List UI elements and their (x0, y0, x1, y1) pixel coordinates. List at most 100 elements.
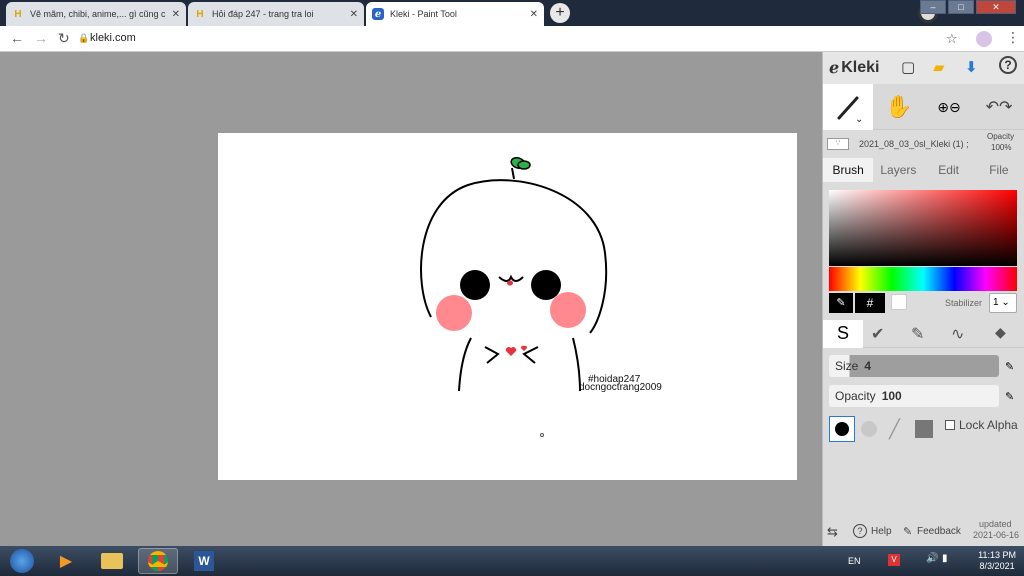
stabilizer-value: 1 (993, 297, 999, 308)
tab-brush[interactable]: Brush (823, 158, 874, 182)
hand-tool-button[interactable]: ✋ (879, 84, 919, 130)
lock-alpha-label: Lock Alpha (959, 418, 1018, 432)
browser-tab-3[interactable]: ℯ Kleki - Paint Tool ✕ (366, 2, 544, 26)
hand-icon: ✋ (885, 94, 913, 119)
help-circle-icon: ? (853, 524, 867, 538)
eraser-icon[interactable]: ◆ (995, 324, 1006, 341)
soft-tip-icon[interactable] (861, 421, 877, 437)
folder-icon (101, 553, 123, 569)
opacity-edit-icon[interactable]: ✎ (1005, 390, 1014, 403)
back-icon[interactable]: ← (10, 30, 24, 46)
blend-brush-icon[interactable]: ✔ (871, 324, 884, 344)
close-tab-icon[interactable]: ✕ (350, 9, 358, 20)
eyedropper-icon[interactable]: ✎ (829, 293, 853, 313)
taskbar-explorer[interactable] (92, 548, 132, 574)
size-slider[interactable]: Size 4 (829, 355, 999, 377)
undo-redo-button[interactable]: ↶↷ (977, 84, 1021, 130)
stabilizer-select[interactable]: 1 ⌄ (989, 293, 1017, 313)
taskbar-media-player[interactable]: ▶ (46, 548, 86, 574)
pencil-tip-icon[interactable]: ╱ (889, 419, 900, 440)
taskbar-word[interactable]: W (184, 548, 224, 574)
browser-tab-1[interactable]: H Vẽ mãm, chibi, anime,... gì cũng c ✕ (6, 2, 186, 26)
opacity-label: Opacity (835, 389, 876, 403)
pen-brush-icon[interactable]: S (823, 320, 863, 348)
size-value: 4 (864, 359, 872, 373)
close-window-button[interactable]: ✕ (976, 0, 1016, 14)
file-info: ∵ 2021_08_03_0sl_Kleki (1) ; Opacity 100… (823, 130, 1024, 158)
browser-toolbar: ← → ↻ 🔒 kleki.com ☆ ⋮ (0, 26, 1024, 52)
kleki-logo: Kleki (841, 59, 880, 76)
opacity-value: 100 (881, 389, 902, 403)
maximize-button[interactable]: □ (948, 0, 974, 14)
secondary-color-swatch[interactable] (891, 294, 907, 310)
kleki-side-panel: ℯ Kleki ▢ ▰ ⬇ ? ⌄ ✋ ⊕⊖ ↶↷ ∵ 2021_08_03_0… (822, 52, 1024, 546)
tray-app-icon[interactable]: V (888, 554, 900, 566)
smoothed-brush-icon[interactable]: ∿ (951, 324, 964, 344)
hex-button[interactable]: # (855, 293, 885, 313)
taskbar-chrome[interactable] (138, 548, 178, 574)
brush-tool-button[interactable]: ⌄ (823, 84, 873, 130)
brush-icon: ⌄ (837, 96, 863, 122)
swap-side-icon[interactable]: ⇆ (827, 524, 838, 540)
menu-dots-icon[interactable]: ⋮ (1006, 29, 1020, 46)
help-link[interactable]: Help (871, 526, 892, 537)
download-icon[interactable]: ⬇ (965, 58, 978, 76)
layer-opacity-label: Opacity (987, 132, 1015, 141)
size-label: Size (835, 359, 859, 373)
start-button[interactable] (2, 548, 42, 574)
square-tip-icon[interactable] (915, 420, 933, 438)
new-tab-button[interactable]: + (550, 3, 570, 23)
feedback-icon: ✎ (903, 526, 913, 538)
round-tip-icon (835, 422, 849, 436)
clock[interactable]: 11:13 PM 8/3/2021 (978, 550, 1016, 572)
zoom-in-out-icon: ⊕⊖ (937, 98, 961, 115)
panel-footer: ⇆ ? Help ✎ Feedback updated 2021-06-16 (823, 518, 1024, 546)
kleki-logo-icon: ℯ (829, 60, 840, 77)
close-tab-icon[interactable]: ✕ (530, 9, 538, 20)
help-icon[interactable]: ? (999, 56, 1017, 74)
stabilizer-label: Stabilizer (945, 298, 983, 308)
feedback-link[interactable]: Feedback (917, 526, 961, 537)
lock-alpha-checkbox[interactable] (945, 420, 955, 430)
close-tab-icon[interactable]: ✕ (172, 9, 180, 20)
tab-file[interactable]: File (974, 158, 1024, 182)
minimize-button[interactable]: – (920, 0, 946, 14)
brush-type-row: S ✔ ✎ ∿ ◆ (823, 320, 1024, 348)
zoom-button[interactable]: ⊕⊖ (929, 84, 969, 130)
window-controls: – □ ✕ (920, 0, 1016, 14)
brush-tip-row: ╱ Lock Alpha (829, 416, 1024, 442)
browser-tab-2[interactable]: H Hỏi đáp 247 - trang tra loi ✕ (188, 2, 364, 26)
forward-icon[interactable]: → (34, 30, 48, 46)
chibi-drawing (420, 156, 608, 437)
color-saturation-picker[interactable] (829, 190, 1017, 266)
extension-icon[interactable] (976, 31, 992, 47)
layer-opacity-value: 100% (991, 143, 1012, 152)
new-image-icon[interactable]: ▢ (901, 58, 915, 76)
reload-icon[interactable]: ↻ (58, 30, 70, 47)
address-bar[interactable]: kleki.com (90, 32, 136, 44)
volume-icon[interactable]: 🔊 (926, 553, 938, 564)
updated-date: 2021-06-16 (973, 530, 1020, 540)
size-edit-icon[interactable]: ✎ (1005, 360, 1014, 373)
sketchy-brush-icon[interactable]: ✎ (911, 324, 924, 344)
open-folder-icon[interactable]: ▰ (933, 58, 945, 76)
opacity-slider[interactable]: Opacity 100 (829, 385, 999, 407)
network-icon[interactable]: ▮ (942, 553, 948, 564)
media-player-icon: ▶ (59, 553, 73, 570)
clock-time: 11:13 PM (978, 550, 1016, 560)
watermark-line-2: docngoctrang2009 (579, 382, 662, 393)
drawing-canvas[interactable]: #hoidap247 docngoctrang2009 (218, 133, 797, 480)
hue-slider[interactable] (829, 267, 1017, 291)
hoidap-icon: H (196, 8, 204, 20)
bookmark-star-icon[interactable]: ☆ (946, 31, 958, 47)
tab-layers[interactable]: Layers (873, 158, 923, 182)
tab-title: Vẽ mãm, chibi, anime,... gì cũng c (30, 9, 166, 19)
tab-edit[interactable]: Edit (924, 158, 974, 182)
browser-tab-strip: H Vẽ mãm, chibi, anime,... gì cũng c ✕ H… (0, 0, 1024, 26)
round-tip-button[interactable] (829, 416, 855, 442)
kleki-icon: ℯ (372, 8, 384, 20)
chrome-icon (148, 551, 168, 571)
undo-redo-icon: ↶↷ (985, 99, 1013, 116)
color-row: ✎ # Stabilizer 1 ⌄ (829, 293, 1017, 315)
language-indicator[interactable]: EN (848, 556, 861, 566)
